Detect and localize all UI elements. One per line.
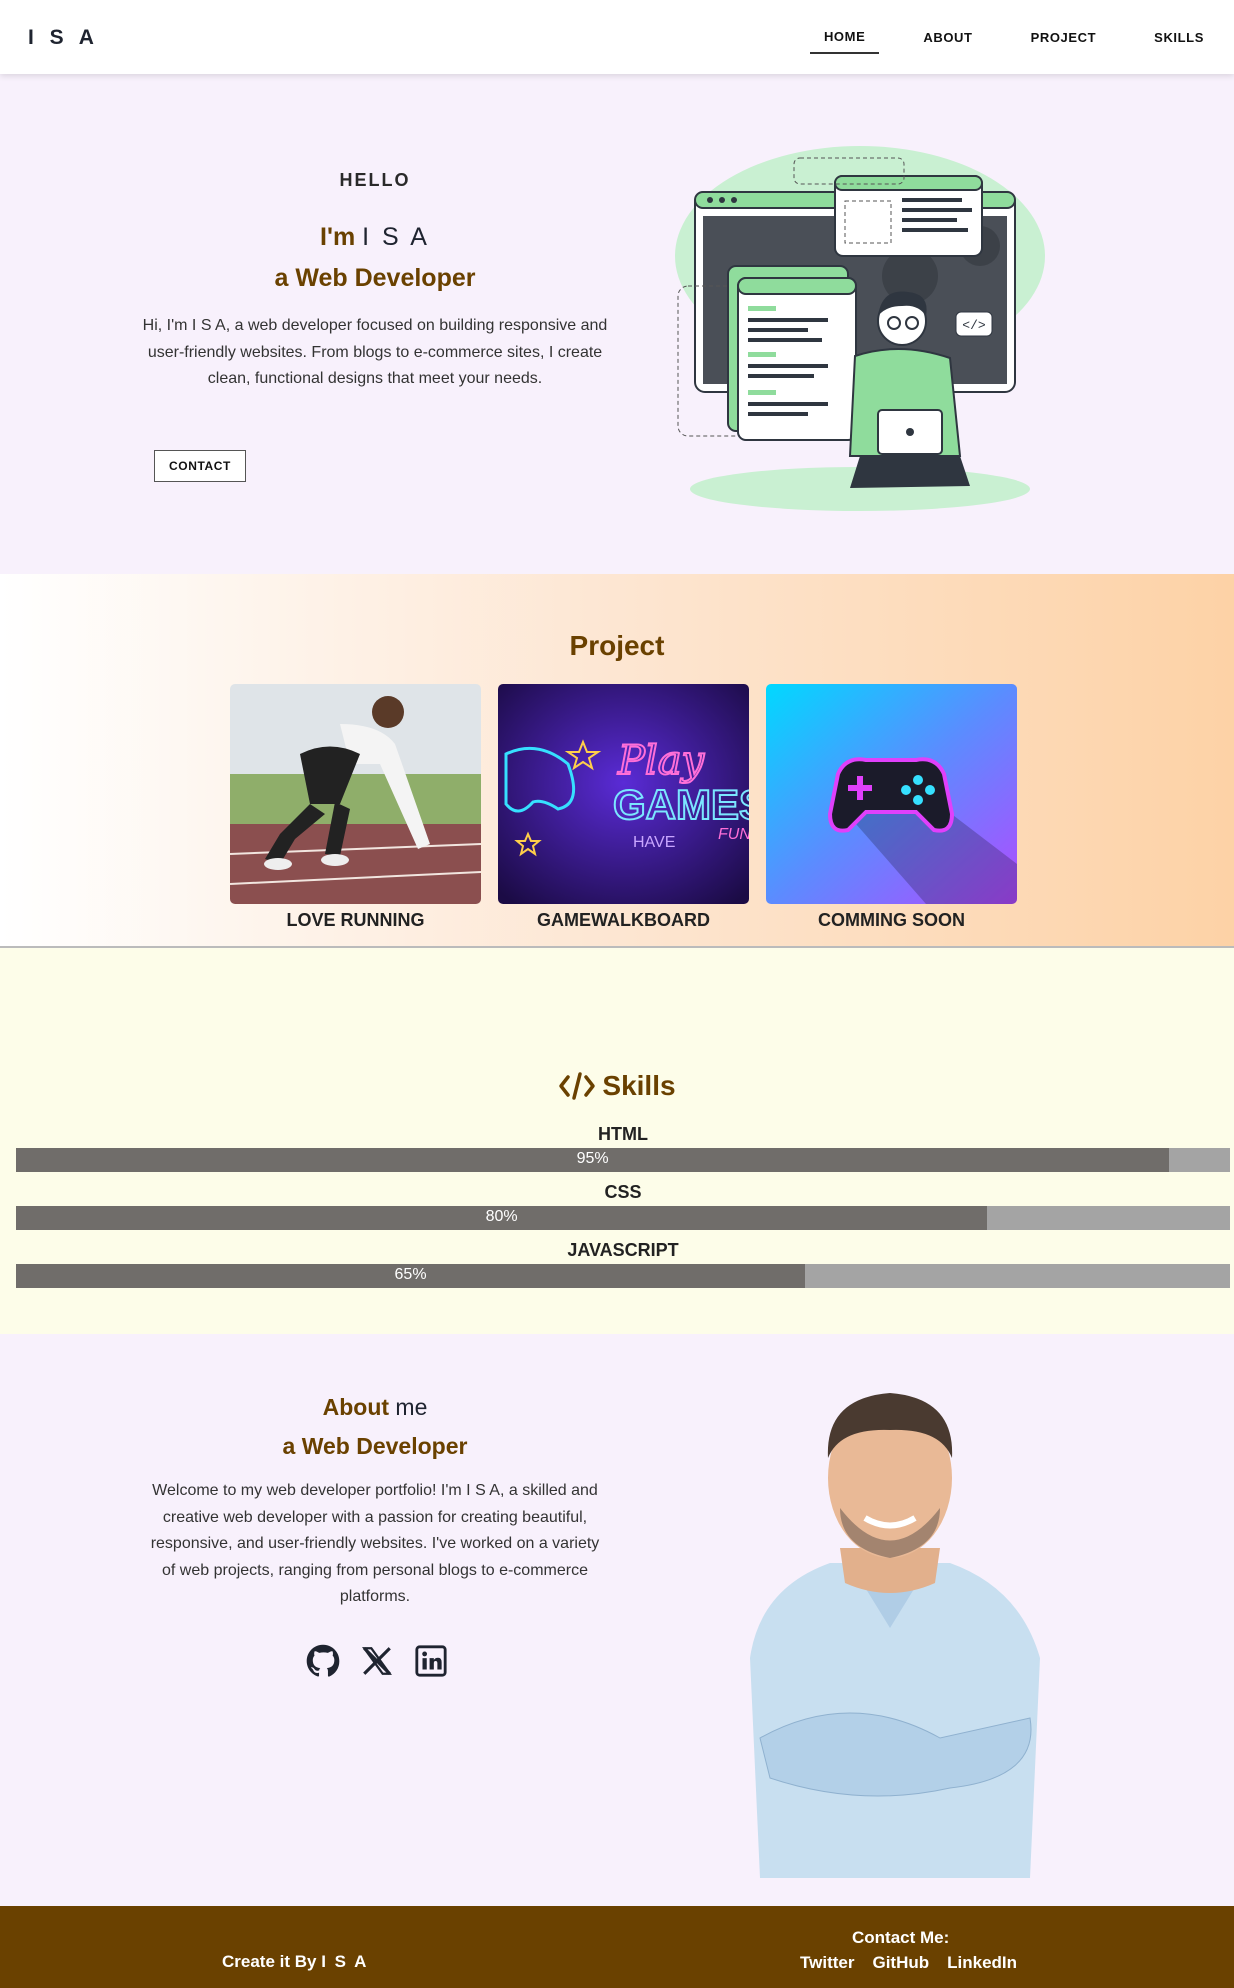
skill-bar-javascript: 65% (16, 1264, 1230, 1288)
hero-intro: Hi, I'm I S A, a web developer focused o… (142, 317, 608, 387)
hero-name-heading: I'm I S A (140, 223, 610, 252)
project-image-gamewalkboard[interactable]: Play GAMES HAVE FUN (498, 684, 749, 904)
project-caption-gamewalkboard: GAMEWALKBOARD (537, 910, 710, 930)
project-title: Project (569, 630, 665, 661)
social-links (306, 1644, 448, 1678)
site-footer: Create it By I S A Contact Me: Twitter G… (0, 1906, 1234, 1988)
developer-portrait (750, 1393, 1040, 1878)
footer-credit-prefix: Create it By (222, 1952, 317, 1971)
skill-name-html: HTML (598, 1124, 648, 1144)
code-icon (559, 1072, 596, 1100)
about-text: Welcome to my web developer portfolio! I… (150, 1482, 600, 1605)
contact-button[interactable]: CONTACT (154, 450, 246, 482)
project-caption-coming-soon: COMMING SOON (818, 910, 965, 930)
hero-text-block: HELLO I'm I S A a Web Developer Hi, I'm … (140, 170, 610, 393)
about-heading-strong: About (322, 1394, 390, 1420)
skill-fill-html: 95% (16, 1148, 1170, 1172)
svg-text:Play: Play (617, 738, 706, 784)
skills-title-text: Skills (602, 1070, 676, 1101)
about-text-block: About me a Web Developer Welcome to my w… (150, 1394, 600, 1611)
nav-item-skills[interactable]: SKILLS (1140, 22, 1218, 53)
hero-im-prefix: I'm (320, 223, 356, 251)
skill-row-css: CSS 80% (16, 1182, 1230, 1230)
footer-credit-name: I S A (321, 1952, 369, 1971)
code-tag-label: </> (962, 318, 986, 333)
hero-section: HELLO I'm I S A a Web Developer Hi, I'm … (0, 74, 1234, 574)
about-role: a Web Developer (282, 1433, 468, 1459)
github-icon[interactable] (306, 1644, 340, 1678)
project-section: Project LOVE RUNNING Play GAME HAVE FUN … (0, 574, 1234, 948)
skill-name-javascript: JAVASCRIPT (567, 1240, 679, 1260)
nav-item-about[interactable]: ABOUT (909, 22, 986, 53)
nav-item-home[interactable]: HOME (809, 21, 880, 54)
footer-contact-links: Twitter GitHub LinkedIn (800, 1953, 1017, 1973)
nav-item-project[interactable]: PROJECT (1017, 22, 1111, 53)
skills-title: Skills (0, 1070, 1234, 1102)
svg-text:GAMES: GAMES (613, 781, 749, 828)
hero-role: a Web Developer (274, 264, 476, 292)
skill-name-css: CSS (604, 1182, 642, 1202)
project-caption-running: LOVE RUNNING (286, 910, 425, 930)
footer-credit: Create it By I S A (222, 1952, 368, 1972)
skill-bar-html: 95% (16, 1148, 1230, 1172)
skill-row-html: HTML 95% (16, 1124, 1230, 1172)
project-card-coming-soon[interactable]: COMMING SOON (766, 684, 1017, 931)
svg-text:FUN: FUN (718, 826, 749, 843)
linkedin-icon[interactable] (414, 1644, 448, 1678)
top-navbar: I S A HOME ABOUT PROJECT SKILLS (0, 0, 1234, 74)
x-twitter-icon[interactable] (360, 1644, 394, 1678)
skill-fill-javascript: 65% (16, 1264, 806, 1288)
site-logo[interactable]: I S A (28, 26, 99, 50)
project-card-running[interactable]: LOVE RUNNING (230, 684, 481, 931)
hero-name: I S A (362, 223, 430, 251)
footer-link-github[interactable]: GitHub (872, 1953, 929, 1973)
about-heading-rest: me (395, 1394, 428, 1420)
hero-greeting: HELLO (339, 170, 411, 190)
skills-section: Skills HTML 95% CSS 80% JAVASCRIPT 65% (0, 948, 1234, 1334)
nav-menu: HOME ABOUT PROJECT SKILLS (809, 0, 1234, 74)
svg-text:HAVE: HAVE (633, 834, 675, 851)
about-section: About me a Web Developer Welcome to my w… (0, 1334, 1234, 1906)
footer-link-twitter[interactable]: Twitter (800, 1953, 854, 1973)
about-heading: About me (150, 1394, 600, 1421)
skill-bar-css: 80% (16, 1206, 1230, 1230)
footer-contact-title: Contact Me: (852, 1928, 950, 1947)
project-image-coming-soon[interactable] (766, 684, 1017, 904)
developer-illustration: </> (675, 146, 1045, 511)
project-image-running[interactable] (230, 684, 481, 904)
skill-fill-css: 80% (16, 1206, 988, 1230)
skill-row-javascript: JAVASCRIPT 65% (16, 1240, 1230, 1288)
footer-link-linkedin[interactable]: LinkedIn (947, 1953, 1017, 1973)
project-card-gamewalkboard[interactable]: Play GAMES HAVE FUN GAMEWALKBOARD (498, 684, 749, 931)
